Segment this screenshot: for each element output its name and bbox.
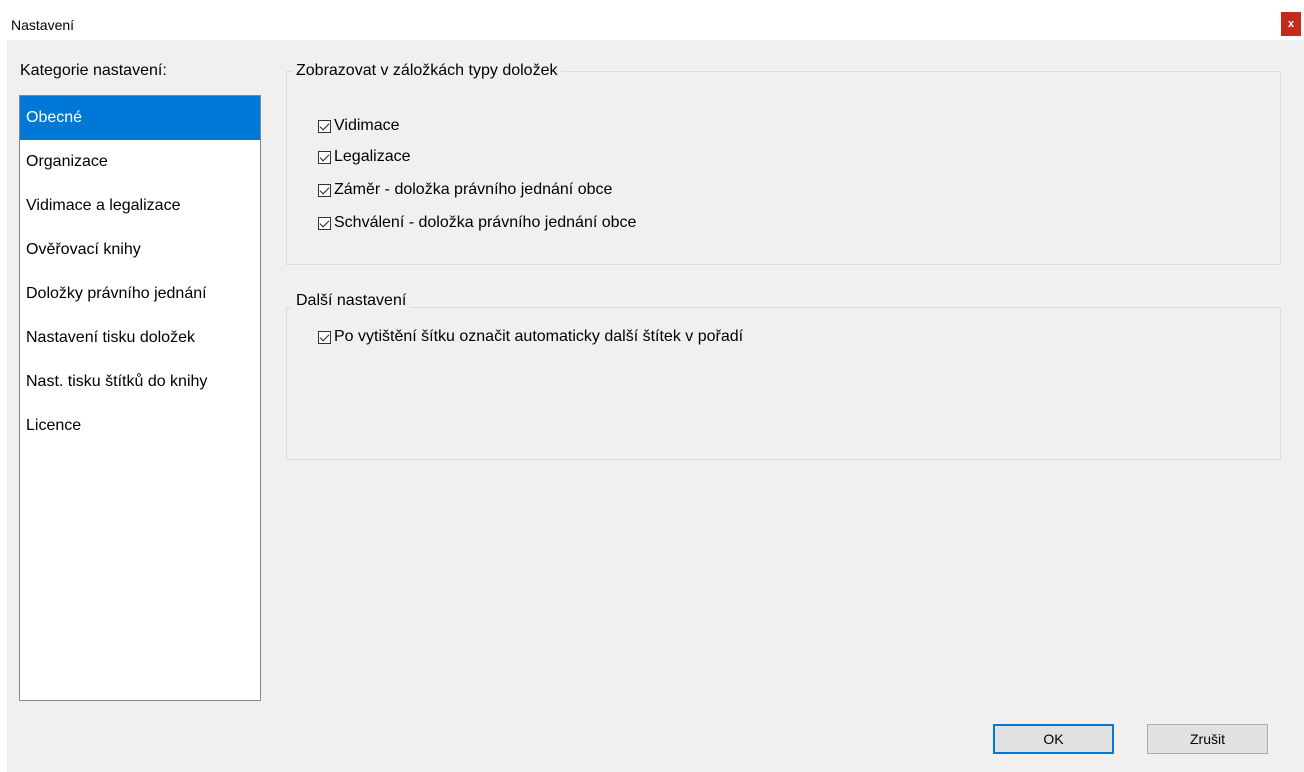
category-item-vidimace-legalizace[interactable]: Vidimace a legalizace: [20, 184, 260, 228]
clause-types-group: [286, 71, 1281, 265]
window-edge: [0, 40, 7, 772]
categories-list[interactable]: Obecné Organizace Vidimace a legalizace …: [19, 95, 261, 701]
category-item-organizace[interactable]: Organizace: [20, 140, 260, 184]
cancel-button[interactable]: Zrušit: [1147, 724, 1268, 754]
checkbox-checked-icon[interactable]: [318, 330, 331, 344]
checkbox-checked-icon[interactable]: [318, 216, 331, 230]
other-settings-group-title: Další nastavení: [292, 292, 411, 310]
category-item-licence[interactable]: Licence: [20, 404, 260, 448]
category-item-obecne[interactable]: Obecné: [20, 96, 260, 140]
checkbox-label: Legalizace: [334, 148, 411, 165]
checkbox-zamer[interactable]: Záměr - doložka právního jednání obce: [318, 181, 612, 199]
checkbox-checked-icon[interactable]: [318, 150, 331, 164]
checkbox-label: Po vytištění šítku označit automaticky d…: [334, 328, 744, 345]
checkbox-vidimace[interactable]: Vidimace: [318, 117, 400, 135]
category-item-nast-tisku-stitku[interactable]: Nast. tisku štítků do knihy: [20, 360, 260, 404]
category-item-nastaveni-tisku-dolozek[interactable]: Nastavení tisku doložek: [20, 316, 260, 360]
checkbox-schvaleni[interactable]: Schválení - doložka právního jednání obc…: [318, 214, 636, 232]
window-title: Nastavení: [11, 17, 75, 33]
close-button[interactable]: x: [1281, 12, 1301, 36]
categories-label: Kategorie nastavení:: [20, 62, 167, 79]
checkbox-label: Schválení - doložka právního jednání obc…: [334, 214, 637, 231]
clause-types-group-title: Zobrazovat v záložkách typy doložek: [292, 62, 562, 80]
title-bar: Nastavení x: [0, 0, 1304, 40]
ok-button[interactable]: OK: [993, 724, 1114, 754]
checkbox-label: Záměr - doložka právního jednání obce: [334, 181, 613, 198]
checkbox-legalizace[interactable]: Legalizace: [318, 148, 411, 166]
checkbox-label: Vidimace: [334, 117, 400, 134]
category-item-overovaci-knihy[interactable]: Ověřovací knihy: [20, 228, 260, 272]
checkbox-auto-next-label[interactable]: Po vytištění šítku označit automaticky d…: [318, 328, 743, 346]
checkbox-checked-icon[interactable]: [318, 183, 331, 197]
checkbox-checked-icon[interactable]: [318, 119, 331, 133]
category-item-dolozky-pravniho-jednani[interactable]: Doložky právního jednání: [20, 272, 260, 316]
